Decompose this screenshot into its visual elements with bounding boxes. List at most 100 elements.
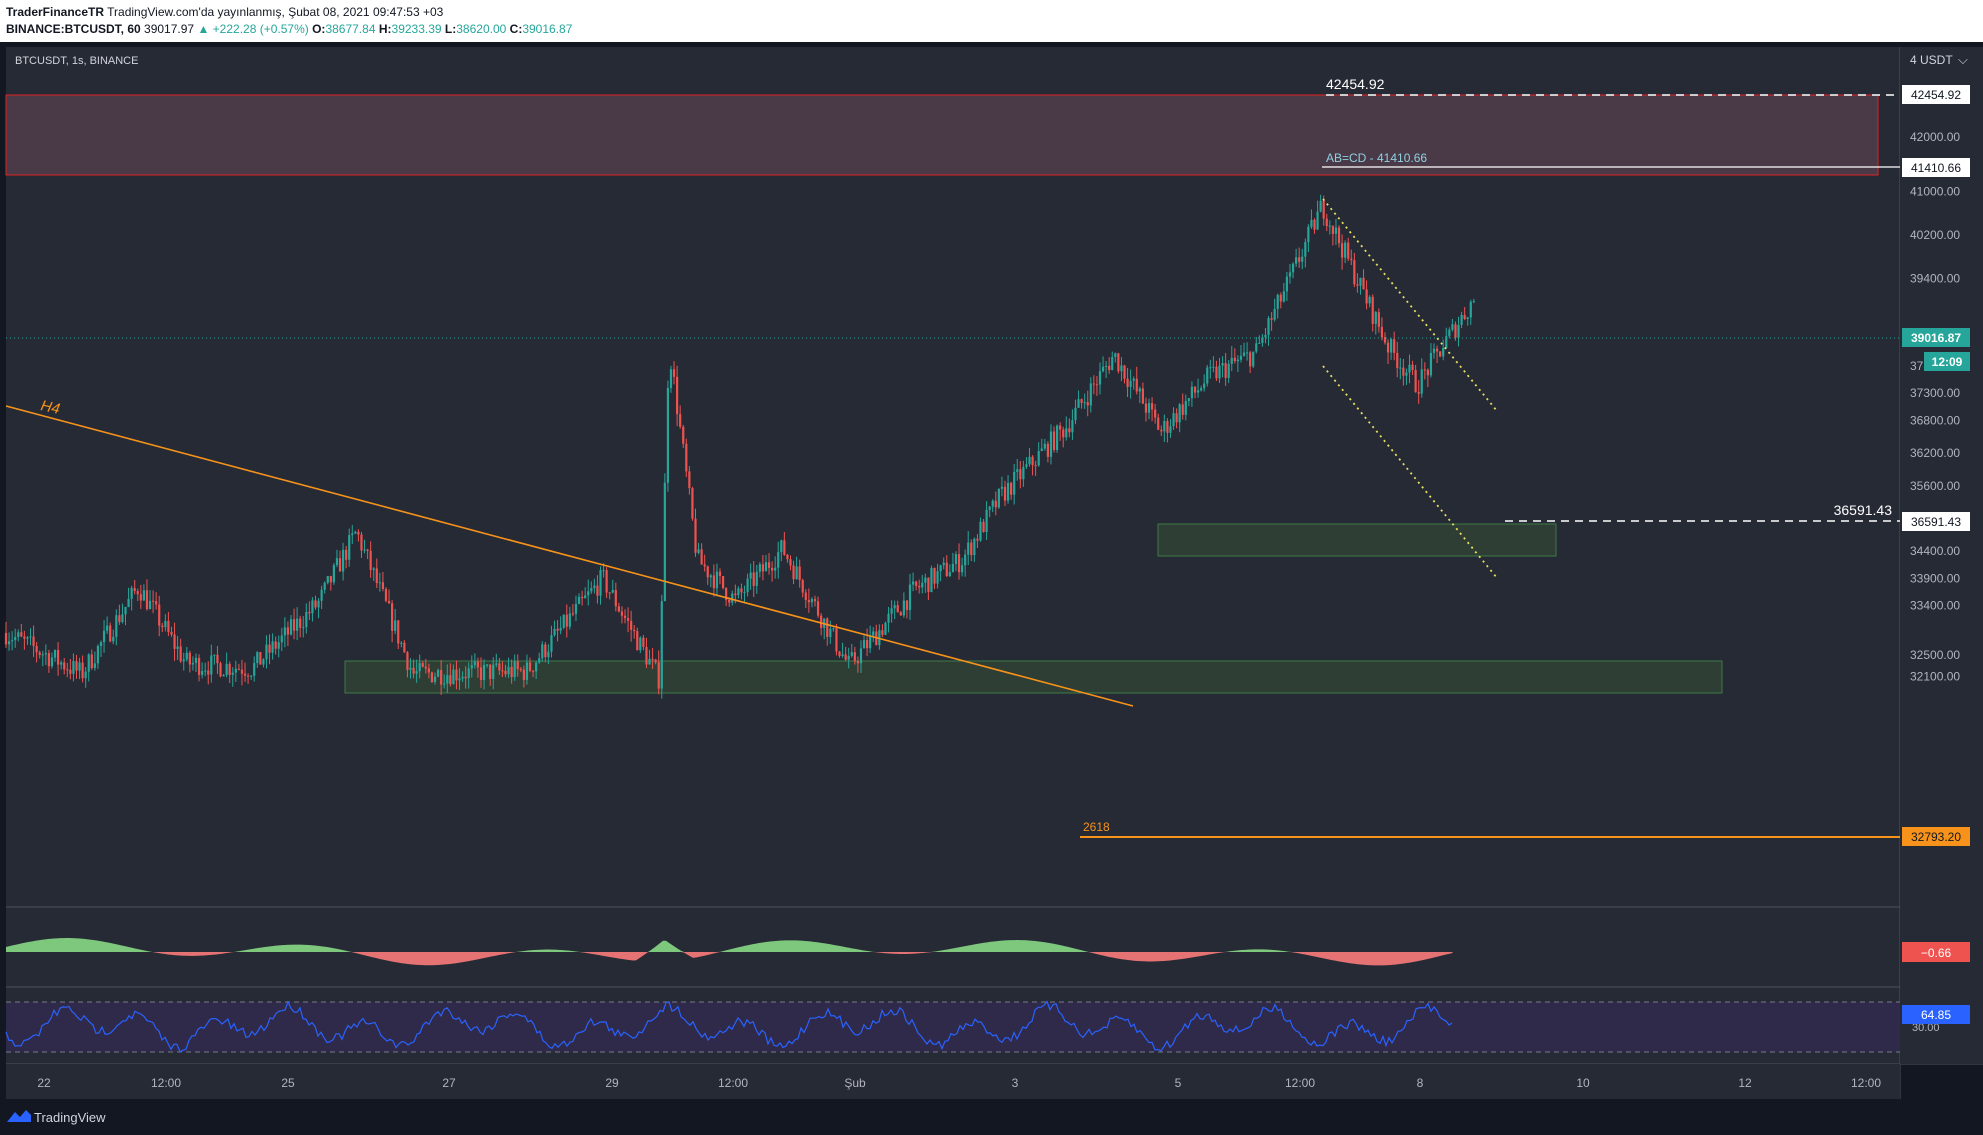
candle-body xyxy=(1169,426,1172,433)
candle-body xyxy=(911,581,915,585)
candle-body xyxy=(151,600,155,602)
candle-body xyxy=(718,571,722,577)
chart-canvas[interactable]: BTCUSDT, 1s, BINANCE H4 42454.92 AB=CD -… xyxy=(0,42,1983,1099)
low-value: 38620.00 xyxy=(456,22,507,36)
author-name[interactable]: TraderFinanceTR xyxy=(6,5,104,19)
candle-body xyxy=(593,585,596,589)
candle-body xyxy=(1276,294,1279,309)
candle-body xyxy=(338,558,342,572)
header-line-2: BINANCE:BTCUSDT, 60 39017.97 ▲ +222.28 (… xyxy=(6,22,572,36)
candle-body xyxy=(1399,367,1402,369)
candle-body xyxy=(1043,443,1046,449)
candle-body xyxy=(1111,356,1114,371)
candle-body xyxy=(709,575,712,578)
currency-label[interactable]: 4 USDT xyxy=(1910,53,1953,67)
candle-body xyxy=(982,521,985,533)
candle-body xyxy=(1472,301,1475,303)
publish-header: TraderFinanceTR TradingView.com'da yayın… xyxy=(0,0,1983,42)
candle-body xyxy=(1347,242,1350,259)
candle-body xyxy=(832,628,835,630)
candle-body xyxy=(721,576,725,588)
candle-body xyxy=(531,670,535,672)
candle-body xyxy=(1117,353,1120,372)
candle-body xyxy=(207,670,210,675)
footer-brand[interactable]: TradingView xyxy=(34,1110,106,1125)
candle-body xyxy=(391,603,394,631)
candle-body xyxy=(682,426,685,444)
resistance-zone[interactable] xyxy=(5,94,1879,176)
candle-body xyxy=(436,670,440,677)
candle-body xyxy=(1304,242,1307,257)
candle-body xyxy=(519,669,522,671)
candle-body xyxy=(869,635,872,649)
candle-body xyxy=(112,636,115,642)
candle-body xyxy=(1114,353,1117,357)
candle-body xyxy=(289,619,293,635)
candle-body xyxy=(329,576,332,583)
candle-body xyxy=(124,606,127,615)
candle-body xyxy=(893,605,896,609)
candle-body xyxy=(84,671,87,679)
candle-body xyxy=(639,637,642,651)
candle-body xyxy=(1313,219,1316,230)
candle-body xyxy=(32,636,35,647)
candle-body xyxy=(1282,291,1285,302)
price-tick-3: 39400.00 xyxy=(1910,272,1960,286)
support-zone-lower[interactable] xyxy=(344,660,1723,694)
tradingview-logo-icon[interactable] xyxy=(7,1109,31,1123)
candle-body xyxy=(562,614,565,628)
chevron-down-icon[interactable]: ⌵ xyxy=(1958,52,1968,67)
candle-body xyxy=(363,549,366,551)
candle-body xyxy=(1236,359,1239,362)
candle-body xyxy=(421,663,424,667)
candle-body xyxy=(501,670,504,672)
candle-body xyxy=(1466,317,1469,319)
rsi-value: 64.85 xyxy=(1921,1008,1951,1022)
candle-body xyxy=(691,488,694,519)
candle-body xyxy=(476,661,480,668)
candle-body xyxy=(630,620,633,630)
candle-body xyxy=(1022,466,1025,480)
candle-body xyxy=(1291,263,1295,273)
candle-body xyxy=(188,652,191,665)
candle-body xyxy=(1224,363,1227,378)
candle-body xyxy=(1095,384,1099,386)
candle-body xyxy=(204,670,207,672)
candle-body xyxy=(804,592,807,601)
candle-body xyxy=(1295,257,1298,264)
candle-body xyxy=(219,663,222,677)
candle-body xyxy=(820,615,823,628)
candle-body xyxy=(231,672,234,675)
candle-body xyxy=(1028,456,1031,465)
candle-body xyxy=(253,663,256,676)
candle-body xyxy=(666,387,670,483)
candle-body xyxy=(446,675,449,684)
candle-body xyxy=(1353,260,1356,285)
candle-body xyxy=(764,562,768,572)
candle-body xyxy=(29,636,32,638)
candle-body xyxy=(1126,378,1129,387)
time-tick-4: 29 xyxy=(605,1076,619,1090)
candle-body xyxy=(164,620,167,628)
candle-body xyxy=(302,627,305,629)
candle-body xyxy=(1203,383,1206,389)
candle-body xyxy=(246,675,250,677)
header-line-1: TraderFinanceTR TradingView.com'da yayın… xyxy=(6,5,443,19)
candle-body xyxy=(1227,363,1230,378)
candle-body xyxy=(553,628,556,636)
candle-body xyxy=(1209,367,1212,369)
candle-body xyxy=(109,625,112,642)
candle-body xyxy=(789,559,792,566)
candle-body xyxy=(749,572,752,579)
candle-body xyxy=(1337,227,1341,244)
candle-body xyxy=(197,657,201,675)
candle-body xyxy=(250,675,253,677)
time-tick-10: 8 xyxy=(1417,1076,1424,1090)
support-zone-upper[interactable] xyxy=(1157,523,1557,557)
candle-body xyxy=(1288,272,1292,277)
candle-body xyxy=(1077,399,1080,408)
candle-body xyxy=(1377,312,1380,327)
candle-body xyxy=(185,652,188,660)
candle-body xyxy=(99,642,103,646)
candle-body xyxy=(1016,469,1019,472)
